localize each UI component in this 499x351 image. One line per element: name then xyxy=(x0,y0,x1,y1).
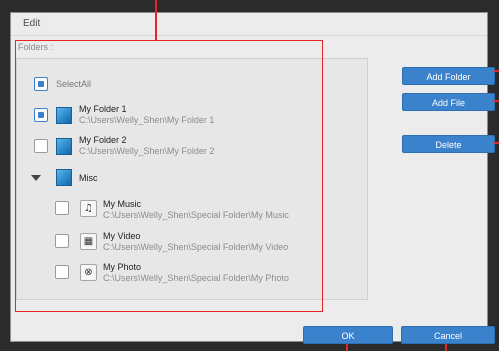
callout-line-folders xyxy=(155,0,157,40)
add-folder-button[interactable]: Add Folder xyxy=(402,67,495,85)
cancel-button[interactable]: Cancel xyxy=(401,326,495,344)
add-file-button[interactable]: Add File xyxy=(402,93,495,111)
delete-button[interactable]: Delete xyxy=(402,135,495,153)
highlight-frame xyxy=(15,40,323,312)
callout-line-add-folder xyxy=(494,70,499,72)
title-divider xyxy=(11,35,487,36)
callout-line-cancel xyxy=(445,344,447,351)
callout-line-add-file xyxy=(494,100,499,102)
dialog-title: Edit xyxy=(23,18,41,29)
callout-line-delete xyxy=(494,142,499,144)
ok-button[interactable]: OK xyxy=(303,326,393,344)
callout-line-ok xyxy=(346,344,348,351)
